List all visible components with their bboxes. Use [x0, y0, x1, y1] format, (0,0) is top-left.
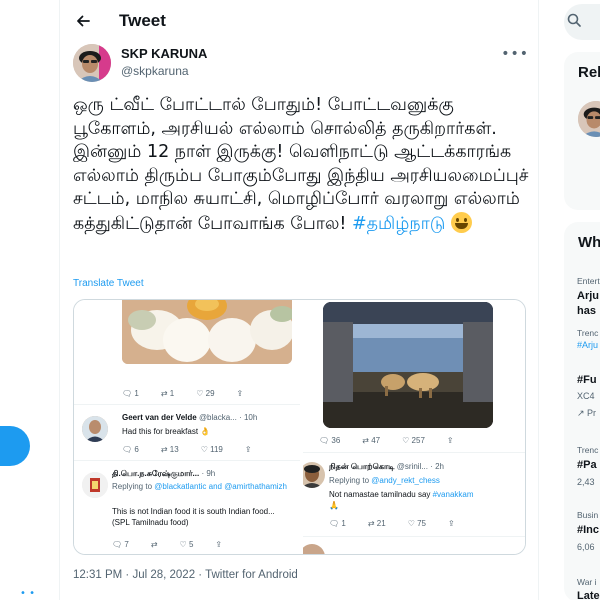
trend-category: Busin	[577, 510, 599, 520]
reply-avatar	[82, 416, 108, 442]
reply-avatar	[303, 544, 325, 554]
search-icon[interactable]	[567, 12, 581, 31]
idli-food-photo	[122, 300, 292, 364]
top-bar: Tweet	[61, 0, 538, 42]
author-avatar[interactable]	[73, 44, 111, 82]
trend-item-line2: has	[577, 305, 596, 317]
reply-count: 🗨 1	[122, 389, 139, 398]
trend-extra: XC4	[577, 391, 595, 401]
back-arrow-icon[interactable]	[73, 11, 93, 31]
reply-text: Had this for breakfast 👌	[122, 427, 211, 436]
trend-item[interactable]: #Arju	[577, 340, 598, 350]
tweet-media[interactable]: 🗨 1 ⇄ 1 ♡ 29 ⇪ Geert van der Velde @blac…	[73, 299, 526, 555]
reply-author: நிதன் பொற்கொடி @srinil... · 2h	[329, 462, 444, 471]
reply-avatar	[303, 462, 325, 488]
share-icon: ⇪	[236, 389, 244, 398]
hashtag-link[interactable]: #தமிழ்நாடு	[352, 214, 445, 234]
tweet-timestamp: 12:31 PM · Jul 28, 2022 · Twitter for An…	[73, 569, 298, 581]
replying-to: Replying to @andy_rekt_chess	[329, 476, 440, 485]
reply-author: தி.பொ.ந.சுரேஷ்குமார்... · 9h	[112, 469, 216, 478]
image-tweet-actions: 🗨 1 ⇄ 1 ♡ 29 ⇪	[122, 389, 265, 398]
trend-category: War i	[577, 577, 597, 587]
media-image-right[interactable]: 🗨 36 ⇄ 47 ♡ 257 ⇪ நிதன் பொற்கொடி @srinil…	[301, 300, 525, 554]
reply-actions: 🗨 6 ⇄ 13 ♡ 119 ⇪	[122, 445, 252, 454]
whats-happening-title: Wh	[578, 234, 600, 251]
trend-item[interactable]: #Inc	[577, 524, 599, 536]
right-sidebar: Rel Wh Entert Arju has Trenc #Arju #Fu X…	[540, 0, 600, 600]
trend-item[interactable]: #Pa	[577, 459, 597, 471]
trend-count: 6,06	[577, 542, 595, 552]
main-column: Tweet SKP KARUNA @skpkaruna ••• ஒரு ட்வீ…	[61, 0, 539, 600]
trend-category: Entert	[577, 276, 600, 286]
author-name[interactable]: SKP KARUNA	[121, 46, 207, 61]
trend-item[interactable]: Arju	[577, 290, 599, 302]
grinning-face-emoji-icon	[450, 211, 472, 233]
media-image-left[interactable]: 🗨 1 ⇄ 1 ♡ 29 ⇪ Geert van der Velde @blac…	[74, 300, 300, 554]
trend-item[interactable]: Late	[577, 590, 600, 600]
reply-avatar	[82, 472, 108, 498]
relevant-people-title: Rel	[578, 64, 600, 81]
reply-actions: 🗨 1 ⇄ 21 ♡ 75 ⇪	[329, 519, 455, 528]
reply-text: Not namastae tamilnadu say #vanakkam 🙏	[329, 490, 474, 510]
divider	[74, 404, 300, 405]
page-title: Tweet	[119, 11, 166, 30]
reply-actions: 🗨 7 ⇄ ♡ 5 ⇪	[112, 540, 223, 549]
divider	[74, 460, 300, 461]
author-handle[interactable]: @skpkaruna	[121, 64, 189, 78]
trend-category: Trenc	[577, 445, 599, 455]
replying-to: Replying to @blackatlantic and @amirthat…	[112, 482, 287, 491]
more-icon[interactable]: • •	[20, 588, 35, 599]
translate-tweet-link[interactable]: Translate Tweet	[73, 278, 144, 289]
trend-count: 2,43	[577, 477, 595, 487]
left-rail: • •	[0, 0, 60, 600]
reply-author: Geert van der Velde @blacka... · 10h	[122, 413, 258, 422]
reply-text: This is not Indian food it is south Indi…	[112, 507, 275, 527]
divider	[303, 536, 525, 537]
promoted-label: ↗ Pr	[577, 408, 597, 418]
divider	[303, 452, 525, 453]
trend-category: Trenc	[577, 328, 599, 338]
tweet-author: SKP KARUNA @skpkaruna •••	[73, 44, 529, 84]
tweet-text: ஒரு ட்வீட் போட்டால் போதும்! போட்டவனுக்கு…	[73, 94, 531, 236]
image-tweet-actions: 🗨 36 ⇄ 47 ♡ 257 ⇪	[319, 436, 454, 445]
compose-tweet-button[interactable]	[0, 426, 30, 466]
more-options-icon[interactable]: •••	[501, 46, 529, 62]
trend-item[interactable]: #Fu	[577, 374, 597, 386]
like-count: ♡ 29	[196, 389, 215, 398]
venue-hall-photo	[323, 302, 493, 428]
retweet-count: ⇄ 1	[160, 389, 175, 398]
